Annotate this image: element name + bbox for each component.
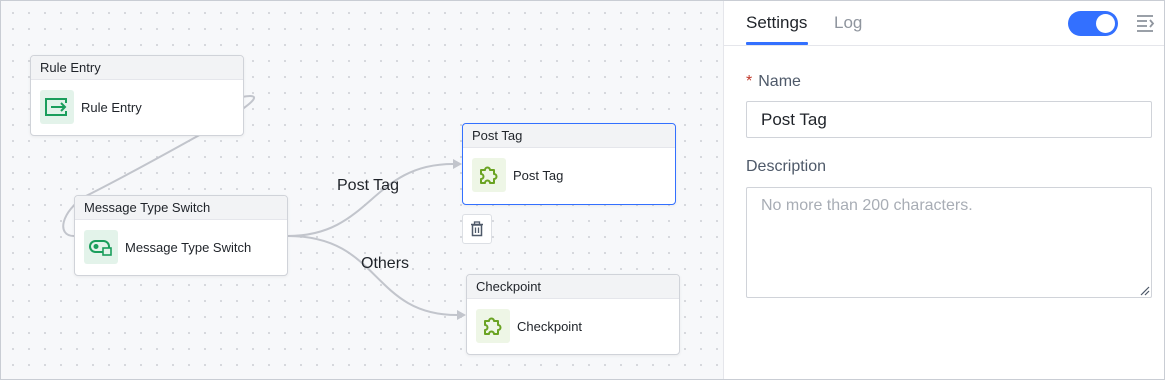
node-enabled-toggle[interactable] xyxy=(1068,11,1118,36)
edge-arrow-post-tag xyxy=(453,159,462,169)
node-rule-entry[interactable]: Rule Entry Rule Entry xyxy=(30,55,244,136)
description-field-label: Description xyxy=(746,158,827,175)
node-settings-panel: Settings Log *Name Description xyxy=(723,1,1164,379)
node-title: Post Tag xyxy=(463,124,675,148)
node-title: Rule Entry xyxy=(31,56,243,80)
node-message-type-switch[interactable]: Message Type Switch Message Type Switch xyxy=(74,195,288,276)
active-tab-indicator xyxy=(746,42,808,45)
node-label: Message Type Switch xyxy=(125,239,252,255)
tab-log[interactable]: Log xyxy=(834,13,862,33)
node-label: Checkpoint xyxy=(517,318,583,334)
name-input[interactable] xyxy=(746,101,1152,138)
flow-canvas[interactable]: Post Tag Others Rule Entry Rule Entry Me… xyxy=(1,1,723,379)
resize-grip-icon[interactable] xyxy=(1138,284,1150,296)
required-mark: * xyxy=(746,73,753,90)
node-label: Post Tag xyxy=(513,167,564,183)
trash-icon xyxy=(471,221,483,237)
delete-node-button[interactable] xyxy=(462,214,492,244)
app-frame: Post Tag Others Rule Entry Rule Entry Me… xyxy=(0,0,1165,380)
collapse-menu-icon[interactable] xyxy=(1134,12,1156,34)
node-title: Checkpoint xyxy=(467,275,679,299)
description-textarea[interactable] xyxy=(746,187,1152,298)
tab-settings[interactable]: Settings xyxy=(746,13,807,33)
node-label: Rule Entry xyxy=(81,99,142,115)
toggle-knob xyxy=(1096,14,1115,33)
puzzle-icon xyxy=(476,309,510,343)
edge-switch-to-checkpoint[interactable] xyxy=(287,235,458,316)
edge-label-others: Others xyxy=(361,255,410,272)
name-field-label: * Name xyxy=(746,73,801,90)
node-title: Message Type Switch xyxy=(75,196,287,220)
node-checkpoint[interactable]: Checkpoint Checkpoint xyxy=(466,274,680,355)
edge-label-post-tag: Post Tag xyxy=(337,177,399,194)
edge-arrow-checkpoint xyxy=(457,310,466,320)
edge-switch-to-post-tag[interactable] xyxy=(287,163,454,237)
node-post-tag[interactable]: Post Tag Post Tag xyxy=(462,123,676,205)
panel-tabs: Settings Log xyxy=(724,1,1164,46)
puzzle-icon xyxy=(472,158,506,192)
arrow-right-box-icon xyxy=(40,90,74,124)
toggle-switch-icon xyxy=(84,230,118,264)
